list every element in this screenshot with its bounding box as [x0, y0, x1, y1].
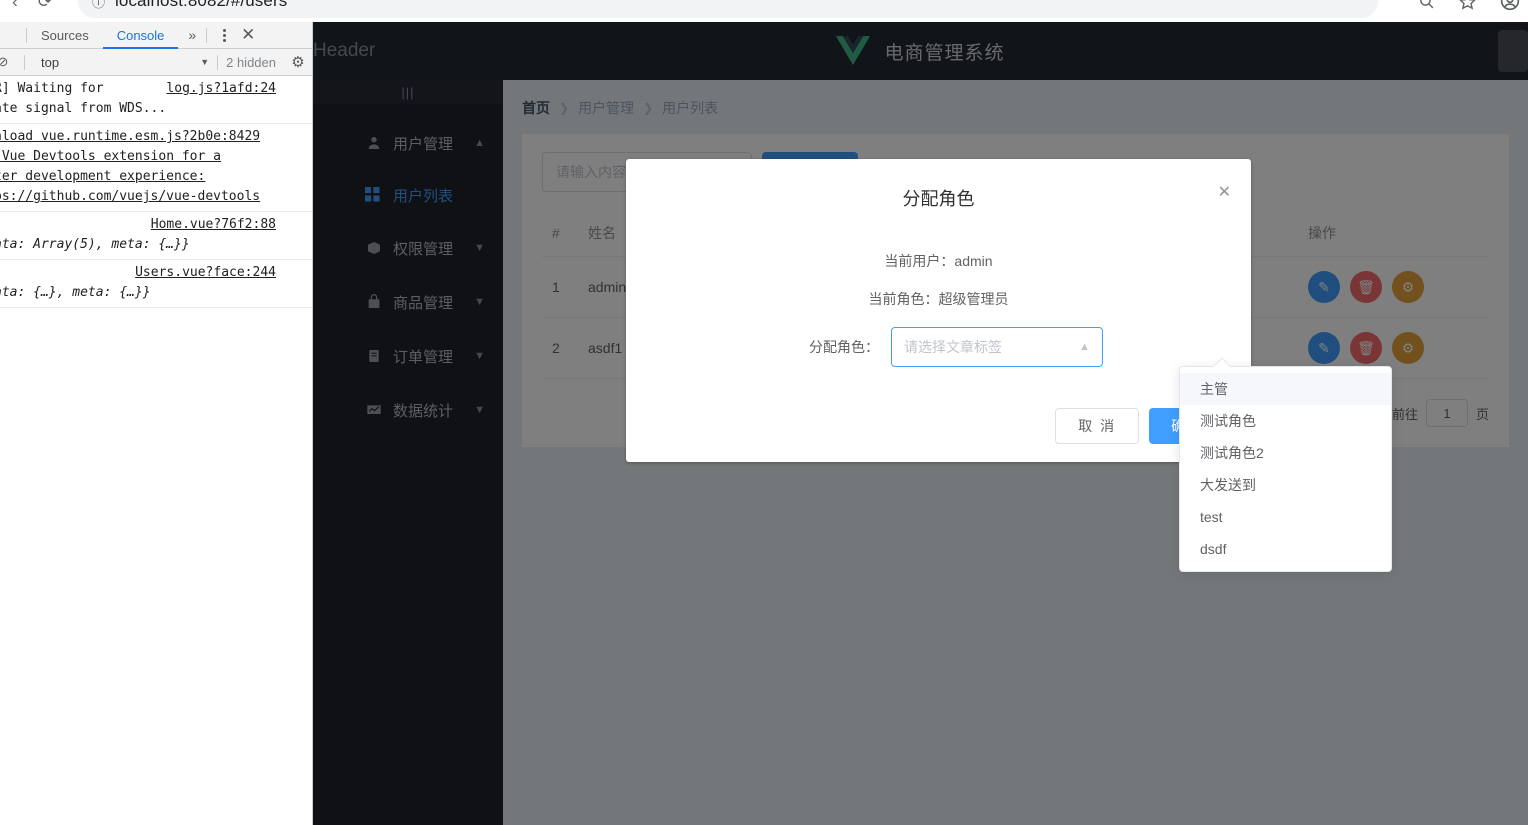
console-message-list: R] Waiting for ate signal from WDS... lo… [0, 76, 312, 308]
console-message-body: nload vue.runtime.esm.js?2b0e:8429 Vue D… [0, 129, 261, 204]
devtools-filterbar: ⊘ top ▼ 2 hidden ⚙ [0, 49, 312, 76]
current-user-label: 当前用户：admin [884, 253, 993, 269]
role-select-placeholder: 请选择文章标签 [904, 339, 1002, 355]
console-message-body: ata: {…}, meta: {…}} [0, 285, 151, 300]
role-select-dropdown: 主管 测试角色 测试角色2 大发送到 test dsdf [1179, 357, 1392, 572]
site-info-icon[interactable]: ⓘ [92, 0, 105, 11]
current-role-label: 当前角色：超级管理员 [868, 291, 1009, 307]
console-context-selector[interactable]: top [33, 55, 59, 70]
chevron-down-icon[interactable]: ▼ [200, 57, 209, 67]
dialog-body: 当前用户：admin 当前角色：超级管理员 分配角色： 请选择文章标签 ▲ [626, 221, 1251, 367]
tab-console[interactable]: Console [103, 22, 179, 49]
devtools-tabbar: ] Sources Console » ✕ [0, 22, 312, 49]
dropdown-option[interactable]: 大发送到 [1180, 469, 1391, 501]
search-icon[interactable] [1418, 0, 1435, 10]
app-container: Header 电商管理系统 ||| [313, 22, 1528, 825]
close-icon[interactable]: ✕ [1218, 185, 1231, 201]
dropdown-option[interactable]: dsdf [1180, 533, 1391, 565]
settings-gear-icon[interactable]: ⚙ [284, 53, 312, 71]
divider [206, 27, 208, 43]
address-bar[interactable]: ⓘ localhost:8082/#/users [78, 0, 1378, 18]
assign-role-dialog: 分配角色 ✕ 当前用户：admin 当前角色：超级管理员 分配角色： 请选择文章… [626, 159, 1251, 462]
assign-role-label: 分配角色： [809, 339, 879, 355]
profile-avatar-icon[interactable] [1500, 0, 1520, 11]
close-icon[interactable]: ✕ [235, 25, 261, 45]
tab-sources[interactable]: Sources [27, 22, 103, 49]
overflow-chevron-icon[interactable]: » [178, 27, 206, 43]
devtools-panel: ] Sources Console » ✕ ⊘ top ▼ 2 hidden ⚙… [0, 22, 313, 825]
hidden-messages-label[interactable]: 2 hidden [226, 55, 276, 70]
current-role-row: 当前角色：超级管理员 [646, 289, 1231, 309]
assign-role-row: 分配角色： 请选择文章标签 ▲ [646, 327, 1231, 367]
divider [24, 54, 25, 70]
console-message: Home.vue?76f2:88 ata: Array(5), meta: {…… [0, 212, 312, 260]
cancel-button[interactable]: 取 消 [1055, 408, 1140, 444]
dialog-title: 分配角色 [902, 189, 975, 209]
dropdown-option[interactable]: 测试角色 [1180, 405, 1391, 437]
chevron-up-icon[interactable]: ▲ [1079, 341, 1090, 353]
dropdown-option[interactable]: 测试角色2 [1180, 437, 1391, 469]
console-message: nload vue.runtime.esm.js?2b0e:8429 Vue D… [0, 124, 312, 212]
console-message-source[interactable]: Users.vue?face:244 [135, 263, 276, 283]
dialog-header: 分配角色 ✕ [626, 159, 1251, 221]
console-message-body: ata: Array(5), meta: {…}} [0, 237, 190, 252]
dropdown-option[interactable]: test [1180, 501, 1391, 533]
bookmark-star-icon[interactable] [1459, 0, 1476, 10]
console-message: Users.vue?face:244 ata: {…}, meta: {…}} [0, 260, 312, 308]
current-user-row: 当前用户：admin [646, 251, 1231, 271]
console-message-source[interactable]: log.js?1afd:24 [166, 79, 276, 99]
divider [217, 54, 219, 70]
browser-toolbar: ‹ ⟳ ⓘ localhost:8082/#/users [0, 0, 1528, 22]
console-message-source[interactable]: Home.vue?76f2:88 [151, 215, 276, 235]
back-arrow-icon[interactable]: ‹ [0, 0, 30, 17]
role-select[interactable]: 请选择文章标签 ▲ [891, 327, 1103, 367]
clear-console-icon[interactable]: ⊘ [0, 54, 16, 70]
reload-icon[interactable]: ⟳ [30, 0, 60, 17]
more-options-icon[interactable] [213, 28, 235, 42]
console-message: R] Waiting for ate signal from WDS... lo… [0, 76, 312, 124]
screen-root: ‹ ⟳ ⓘ localhost:8082/#/users Sources Con… [0, 0, 1528, 825]
address-bar-url: localhost:8082/#/users [115, 0, 288, 10]
dropdown-option[interactable]: 主管 [1180, 373, 1391, 405]
